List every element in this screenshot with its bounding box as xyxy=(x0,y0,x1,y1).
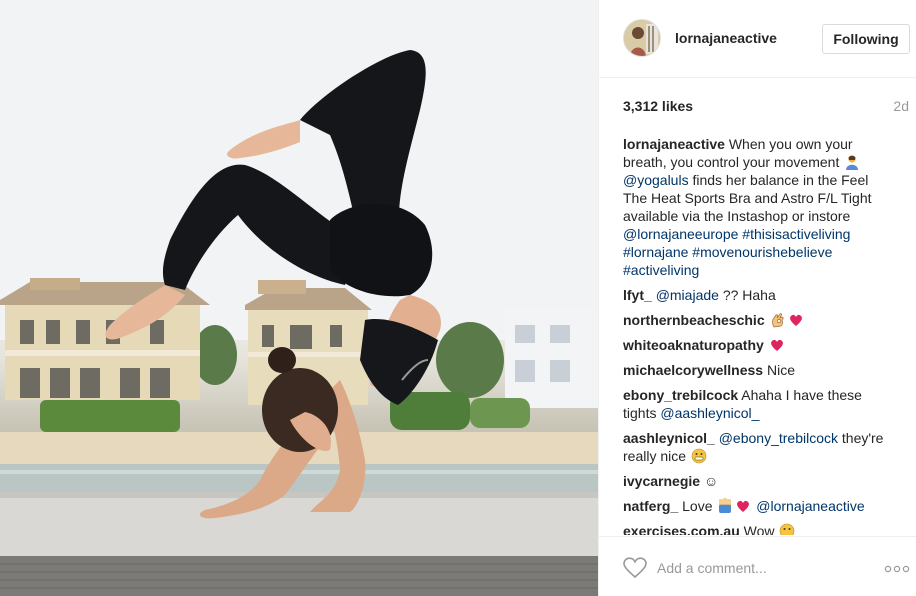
comment-username[interactable]: whiteoaknaturopathy xyxy=(623,337,764,353)
hashtag-movenourishebelieve[interactable]: #movenourishebelieve xyxy=(692,244,832,260)
heart-outline-icon[interactable] xyxy=(623,557,647,579)
add-comment-input[interactable] xyxy=(657,556,857,580)
hashtag-activeliving[interactable]: #activeliving xyxy=(623,262,699,278)
comments-list[interactable]: lornajaneactive When you own your breath… xyxy=(623,135,893,535)
more-options-icon[interactable] xyxy=(884,565,910,573)
comment-item: lfyt_ @miajade ?? Haha xyxy=(623,286,893,304)
comment-mention[interactable]: @lornajaneactive xyxy=(756,498,864,514)
comment-username[interactable]: natferg_ xyxy=(623,498,678,514)
comment-username[interactable]: michaelcorywellness xyxy=(623,362,763,378)
red-heart-emoji-icon xyxy=(770,339,783,351)
caption-username[interactable]: lornajaneactive xyxy=(623,136,725,152)
comment-username[interactable]: ebony_trebilcock xyxy=(623,387,738,403)
add-comment-bar xyxy=(599,536,916,596)
post-photo[interactable] xyxy=(0,0,598,596)
hashtag-thisisactiveliving[interactable]: #thisisactiveliving xyxy=(742,226,850,242)
post-author-username[interactable]: lornajaneactive xyxy=(675,30,777,46)
ok-hand-emoji-icon xyxy=(771,313,784,328)
caption-mention-lornajaneeurope[interactable]: @lornajaneeurope xyxy=(623,226,738,242)
comment-username[interactable]: northernbeacheschic xyxy=(623,312,765,328)
comment-item: natferg_ Love @lornajaneactive xyxy=(623,497,893,515)
post-timestamp[interactable]: 2d xyxy=(893,98,909,114)
comment-mention[interactable]: @miajade xyxy=(656,287,719,303)
comment-mention[interactable]: @aashleynicol_ xyxy=(660,405,759,421)
profile-avatar[interactable] xyxy=(623,19,661,57)
comment-item: northernbeacheschic xyxy=(623,311,893,329)
comment-text: Nice xyxy=(763,362,795,378)
comment-text: ?? Haha xyxy=(718,287,776,303)
following-button[interactable]: Following xyxy=(822,24,910,54)
grimacing-face-emoji-icon xyxy=(691,448,707,464)
comment-item: ebony_trebilcock Ahaha I have these tigh… xyxy=(623,386,893,422)
smiling-face-emoji-icon xyxy=(780,523,795,535)
post-stats: 3,312 likes 2d xyxy=(623,98,909,118)
comment-item: whiteoaknaturopathy xyxy=(623,336,893,354)
comment-username[interactable]: aashleynicol_ xyxy=(623,430,715,446)
red-heart-emoji-icon xyxy=(789,314,802,326)
comment-item: aashleynicol_ @ebony_trebilcock they're … xyxy=(623,429,893,465)
comment-item: michaelcorywellness Nice xyxy=(623,361,893,379)
post-sidebar: lornajaneactive Following 3,312 likes 2d… xyxy=(598,0,916,596)
comment-mention[interactable]: @ebony_trebilcock xyxy=(719,430,838,446)
post-caption: lornajaneactive When you own your breath… xyxy=(623,135,893,279)
comment-username[interactable]: ivycarnegie xyxy=(623,473,700,489)
raised-hands-emoji-icon xyxy=(719,498,732,513)
comment-username[interactable]: lfyt_ xyxy=(623,287,652,303)
comment-item: ivycarnegie ☺ xyxy=(623,472,893,490)
comment-text: ☺ xyxy=(700,473,719,489)
comment-text: Wow xyxy=(739,523,779,535)
avatar-image-icon xyxy=(624,20,660,56)
hashtag-lornajane[interactable]: #lornajane xyxy=(623,244,688,260)
person-emoji-icon xyxy=(846,155,859,170)
likes-count[interactable]: 3,312 likes xyxy=(623,98,693,114)
caption-mention-yogaluls[interactable]: @yogaluls xyxy=(623,172,689,188)
comment-item: exercises.com.au Wow xyxy=(623,522,893,535)
red-heart-emoji-icon xyxy=(737,500,750,512)
post-header: lornajaneactive Following xyxy=(599,0,916,78)
comment-username[interactable]: exercises.com.au xyxy=(623,523,740,535)
comment-text: Love xyxy=(678,498,717,514)
yoga-photo xyxy=(0,0,598,596)
